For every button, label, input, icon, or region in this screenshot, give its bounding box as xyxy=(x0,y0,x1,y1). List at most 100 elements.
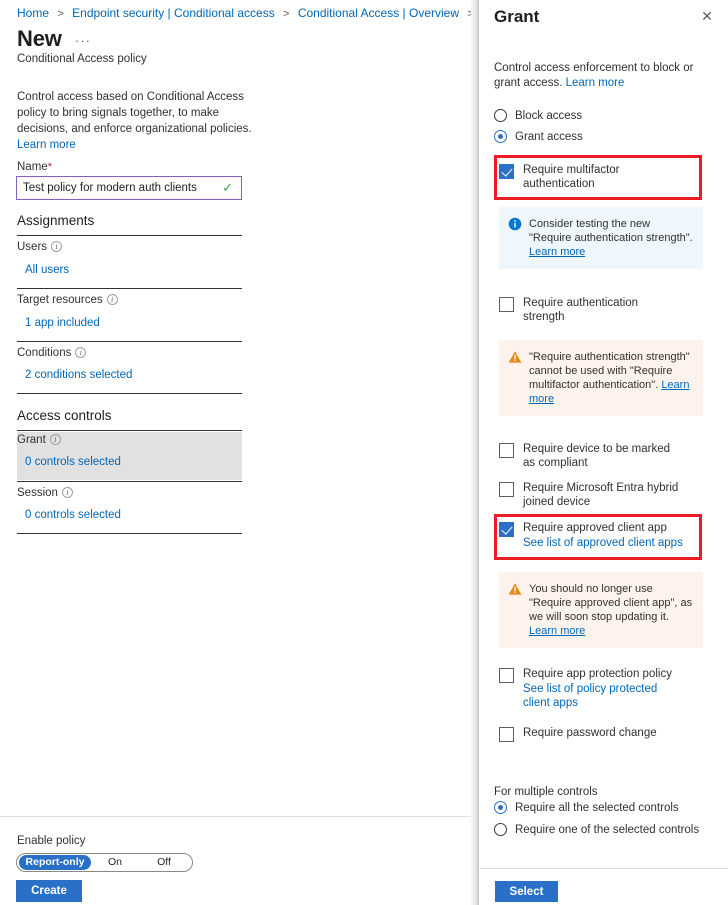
breadcrumb-separator-icon: > xyxy=(283,8,290,20)
checkbox-label-require-password-change: Require password change xyxy=(523,727,657,739)
warning-message-body: You should no longer use "Require approv… xyxy=(499,572,703,648)
grant-row-value[interactable]: 0 controls selected xyxy=(25,456,121,468)
target-resources-row-value[interactable]: 1 app included xyxy=(25,317,100,329)
divider xyxy=(17,288,242,289)
enable-policy-label: Enable policy xyxy=(17,835,86,847)
assignments-heading: Assignments xyxy=(17,213,95,228)
intro-paragraph: Control access based on Conditional Acce… xyxy=(17,91,252,135)
access-controls-heading: Access controls xyxy=(17,408,112,423)
session-row-label: Session i xyxy=(17,487,73,499)
radio-grant-access[interactable]: Grant access xyxy=(494,130,583,143)
radio-icon-selected xyxy=(494,801,507,814)
name-input-value: Test policy for modern auth clients xyxy=(23,182,197,194)
toggle-option-off[interactable]: Off xyxy=(139,855,189,870)
checkbox-icon[interactable] xyxy=(499,727,514,742)
radio-icon-selected xyxy=(494,130,507,143)
target-resources-row-label: Target resources i xyxy=(17,294,118,306)
info-filled-icon xyxy=(508,217,522,231)
info-icon[interactable]: i xyxy=(61,487,73,498)
target-resources-label-text: Target resources xyxy=(17,294,103,306)
radio-require-one-control[interactable]: Require one of the selected controls xyxy=(494,823,699,836)
warning-message-approved-app: You should no longer use "Require approv… xyxy=(499,572,703,648)
enable-policy-toggle[interactable]: Report-only On Off xyxy=(16,853,193,872)
divider xyxy=(17,533,242,534)
multiple-controls-label: For multiple controls xyxy=(494,786,598,798)
checkbox-label-require-mfa: Require multifactor authentication xyxy=(523,164,620,190)
info-icon[interactable]: i xyxy=(51,241,63,252)
intro-text: Control access based on Conditional Acce… xyxy=(17,89,262,153)
breadcrumb-item-conditional-access-overview[interactable]: Conditional Access | Overview xyxy=(298,6,459,20)
checkbox-icon-checked[interactable] xyxy=(499,522,514,537)
warning-message-body: "Require authentication strength" cannot… xyxy=(499,340,703,416)
page-title: New xyxy=(17,26,62,51)
session-row-value[interactable]: 0 controls selected xyxy=(25,509,121,521)
warning-icon xyxy=(508,351,522,363)
info-icon[interactable]: i xyxy=(106,294,118,305)
select-button[interactable]: Select xyxy=(495,881,558,902)
grant-row-label: Grant i xyxy=(17,434,61,446)
panel-description: Control access enforcement to block or g… xyxy=(494,61,709,91)
create-button[interactable]: Create xyxy=(16,880,82,902)
radio-icon xyxy=(494,823,507,836)
divider xyxy=(17,393,242,394)
breadcrumb-item-endpoint-security[interactable]: Endpoint security | Conditional access xyxy=(72,6,275,20)
checkbox-icon[interactable] xyxy=(499,297,514,312)
session-label-text: Session xyxy=(17,487,58,499)
page-subtitle: Conditional Access policy xyxy=(17,53,147,65)
conditions-row-label: Conditions i xyxy=(17,347,87,359)
divider xyxy=(17,481,242,482)
divider xyxy=(17,341,242,342)
checkbox-icon[interactable] xyxy=(499,482,514,497)
intro-learn-more-link[interactable]: Learn more xyxy=(17,139,76,151)
radio-require-all-controls-label: Require all the selected controls xyxy=(515,801,679,814)
info-icon[interactable]: i xyxy=(49,434,61,445)
name-input[interactable]: Test policy for modern auth clients ✓ xyxy=(16,176,242,200)
footer-divider xyxy=(0,816,479,817)
checkbox-icon[interactable] xyxy=(499,443,514,458)
checkbox-icon-checked[interactable] xyxy=(499,164,514,179)
checkbox-icon[interactable] xyxy=(499,668,514,683)
breadcrumb-separator-icon: > xyxy=(57,8,64,20)
grant-panel: Grant ✕ Control access enforcement to bl… xyxy=(479,0,728,905)
close-icon[interactable]: ✕ xyxy=(700,9,714,24)
info-message-learn-more-link[interactable]: Learn more xyxy=(529,246,585,258)
checkmark-icon: ✓ xyxy=(222,180,233,195)
conditions-row-value[interactable]: 2 conditions selected xyxy=(25,369,132,381)
info-message-text: Consider testing the new "Require authen… xyxy=(529,218,693,244)
new-policy-pane: Home > Endpoint security | Conditional a… xyxy=(0,0,479,905)
toggle-option-on[interactable]: On xyxy=(91,855,139,870)
toggle-option-report-only[interactable]: Report-only xyxy=(19,855,91,870)
link-see-approved-client-apps[interactable]: See list of approved client apps xyxy=(523,536,683,550)
panel-learn-more-link[interactable]: Learn more xyxy=(566,77,625,89)
radio-block-access[interactable]: Block access xyxy=(494,109,582,122)
breadcrumb-item-home[interactable]: Home xyxy=(17,6,49,20)
checkbox-label-require-compliant-device: Require device to be marked as compliant xyxy=(523,443,671,469)
breadcrumb: Home > Endpoint security | Conditional a… xyxy=(17,6,474,20)
pane-splitter[interactable] xyxy=(471,0,479,905)
panel-title: Grant xyxy=(494,7,540,26)
checkbox-label-require-auth-strength: Require authentication strength xyxy=(523,297,639,323)
radio-icon xyxy=(494,109,507,122)
azure-portal-screen: Home > Endpoint security | Conditional a… xyxy=(0,0,728,905)
radio-require-all-controls[interactable]: Require all the selected controls xyxy=(494,801,679,814)
warning-icon xyxy=(508,583,522,595)
grant-label-text: Grant xyxy=(17,434,46,446)
users-label-text: Users xyxy=(17,241,48,253)
checkbox-label-require-app-protection-policy: Require app protection policy xyxy=(523,668,672,680)
users-row-label: Users i xyxy=(17,241,63,253)
checkbox-label-require-hybrid-joined-device: Require Microsoft Entra hybrid joined de… xyxy=(523,482,679,508)
warning-message-learn-more-link[interactable]: Learn more xyxy=(529,625,585,637)
radio-require-one-control-label: Require one of the selected controls xyxy=(515,823,700,836)
link-see-policy-protected-client-apps[interactable]: See list of policy protected client apps xyxy=(523,682,681,710)
info-message-body: Consider testing the new "Require authen… xyxy=(499,207,703,269)
radio-block-access-label: Block access xyxy=(515,109,583,122)
more-options-button[interactable]: ··· xyxy=(75,33,91,48)
info-icon[interactable]: i xyxy=(75,347,87,358)
radio-grant-access-label: Grant access xyxy=(515,130,583,143)
info-message-mfa: Consider testing the new "Require authen… xyxy=(499,207,703,269)
users-row-value[interactable]: All users xyxy=(25,264,69,276)
name-label-text: Name xyxy=(17,161,48,173)
checkbox-label-require-approved-client-app: Require approved client app xyxy=(523,522,667,534)
panel-footer-divider xyxy=(479,868,728,869)
name-field-label: Name* xyxy=(17,161,52,173)
